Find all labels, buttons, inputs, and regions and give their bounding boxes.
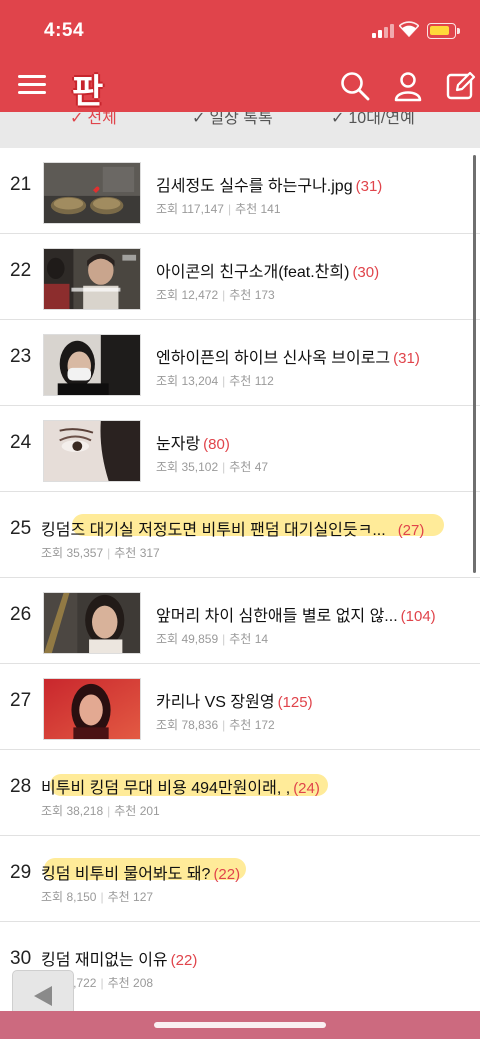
post-thumbnail[interactable] — [43, 162, 141, 224]
post-title[interactable]: 킹덤 비투비 물어봐도 돼? (22) — [41, 860, 240, 884]
post-meta: 조회 78,836 | 추천 172 — [156, 718, 275, 732]
list-item[interactable]: 26 앞머리 차이 심한애들 별로 없지 않... (104) 조회 49,859… — [0, 578, 480, 664]
scrollbar[interactable] — [473, 155, 476, 573]
user-icon[interactable] — [392, 70, 424, 102]
list-item[interactable]: 28 비투비 킹덤 무대 비용 494만원이래, , (24) 조회 38,218… — [0, 750, 480, 836]
comment-count: (24) — [293, 780, 320, 797]
search-icon[interactable] — [339, 70, 371, 102]
comment-count: (22) — [170, 952, 198, 969]
category-tabs: ✓ 전체 ✓ 일상 톡톡 ✓ 10대/연예 — [0, 112, 480, 148]
post-title[interactable]: 눈자랑 (80) — [156, 430, 230, 454]
write-icon[interactable] — [445, 70, 477, 102]
rank-number: 23 — [10, 346, 32, 367]
post-title[interactable]: 카리나 VS 장원영 (125) — [156, 688, 313, 712]
tab-daily-talk[interactable]: ✓ 일상 톡톡 — [192, 112, 273, 128]
post-meta: 조회 35,102 | 추천 47 — [156, 460, 269, 474]
post-meta: 조회 38,218 | 추천 201 — [41, 804, 160, 818]
post-thumbnail[interactable] — [43, 592, 141, 654]
rank-number: 29 — [10, 862, 32, 883]
list-item[interactable]: 21 김세정도 실수를 하는구나.jpg (31) 조회 117,147 | 추천 1… — [0, 148, 480, 234]
post-list: 21 김세정도 실수를 하는구나.jpg (31) 조회 117,147 | 추천 1… — [0, 148, 480, 1008]
post-thumbnail[interactable] — [43, 334, 141, 396]
tab-teens-entertainment[interactable]: ✓ 10대/연예 — [331, 112, 415, 128]
check-icon: ✓ — [192, 112, 206, 127]
wifi-icon — [399, 21, 419, 37]
home-indicator[interactable] — [154, 1022, 326, 1028]
rank-number: 24 — [10, 432, 32, 453]
check-icon: ✓ — [331, 112, 345, 127]
status-bar: 4:54 — [0, 0, 480, 62]
rank-number: 26 — [10, 604, 32, 625]
post-title[interactable]: 킹덤즈 대기실 저정도면 비투비 팬덤 대기실인듯ㅋ... (27) — [41, 516, 424, 540]
list-item[interactable]: 25 킹덤즈 대기실 저정도면 비투비 팬덤 대기실인듯ㅋ... (27) 조회 … — [0, 492, 480, 578]
post-title[interactable]: 엔하이픈의 하이브 신사옥 브이로그 (31) — [156, 344, 420, 368]
comment-count: (27) — [397, 522, 425, 539]
post-meta: 조회 35,357 | 추천 317 — [41, 546, 160, 560]
comment-count: (22) — [213, 866, 241, 883]
comment-count: (31) — [393, 350, 420, 367]
post-thumbnail[interactable] — [43, 420, 141, 482]
post-thumbnail[interactable] — [43, 248, 141, 310]
post-title[interactable]: 아이콘의 친구소개(feat.찬희) (30) — [156, 258, 379, 282]
list-item[interactable]: 23 엔하이픈의 하이브 신사옥 브이로그 (31) 조회 13,204 | 추천 1… — [0, 320, 480, 406]
rank-number: 21 — [10, 174, 32, 195]
comment-count: (31) — [355, 178, 383, 195]
tab-all[interactable]: ✓ 전체 — [70, 112, 117, 128]
comment-count: (125) — [277, 694, 313, 711]
post-title[interactable]: 비투비 킹덤 무대 비용 494만원이래, , (24) — [41, 774, 320, 798]
list-item[interactable]: 29 킹덤 비투비 물어봐도 돼? (22) 조회 8,150 | 추천 127 — [0, 836, 480, 922]
comment-count: (80) — [203, 436, 230, 453]
post-meta: 조회 12,472 | 추천 173 — [156, 288, 275, 302]
rank-number: 27 — [10, 690, 32, 711]
rank-number: 30 — [10, 948, 32, 969]
post-meta: 조회 117,147 | 추천 141 — [156, 202, 281, 216]
menu-icon[interactable] — [18, 72, 46, 98]
app-header: 판 — [0, 62, 480, 112]
battery-icon — [427, 23, 460, 39]
post-meta: 조회 8,150 | 추천 127 — [41, 890, 154, 904]
cellular-signal-icon — [372, 24, 394, 38]
rank-number: 25 — [10, 518, 32, 539]
comment-count: (30) — [352, 264, 380, 281]
list-item[interactable]: 22 아이콘의 친구소개(feat.찬희) (30) 조회 12,472 | 추천 1… — [0, 234, 480, 320]
post-meta: 조회 13,204 | 추천 112 — [156, 374, 274, 388]
list-item[interactable]: 27 카리나 VS 장원영 (125) 조회 78,836 | 추천 172 — [0, 664, 480, 750]
rank-number: 28 — [10, 776, 32, 797]
post-title[interactable]: 앞머리 차이 심한애들 별로 없지 않... (104) — [156, 602, 436, 626]
post-meta: 조회 49,859 | 추천 14 — [156, 632, 269, 646]
post-title[interactable]: 김세정도 실수를 하는구나.jpg (31) — [156, 172, 382, 196]
list-item[interactable]: 24 눈자랑 (80) 조회 35,102 | 추천 47 — [0, 406, 480, 492]
post-title[interactable]: 킹덤 재미없는 이유 (22) — [41, 946, 197, 970]
check-icon: ✓ — [70, 112, 84, 127]
status-time: 4:54 — [44, 20, 85, 41]
comment-count: (104) — [400, 608, 436, 625]
pann-logo[interactable]: 판 — [72, 64, 103, 112]
post-thumbnail[interactable] — [43, 678, 141, 740]
rank-number: 22 — [10, 260, 32, 281]
